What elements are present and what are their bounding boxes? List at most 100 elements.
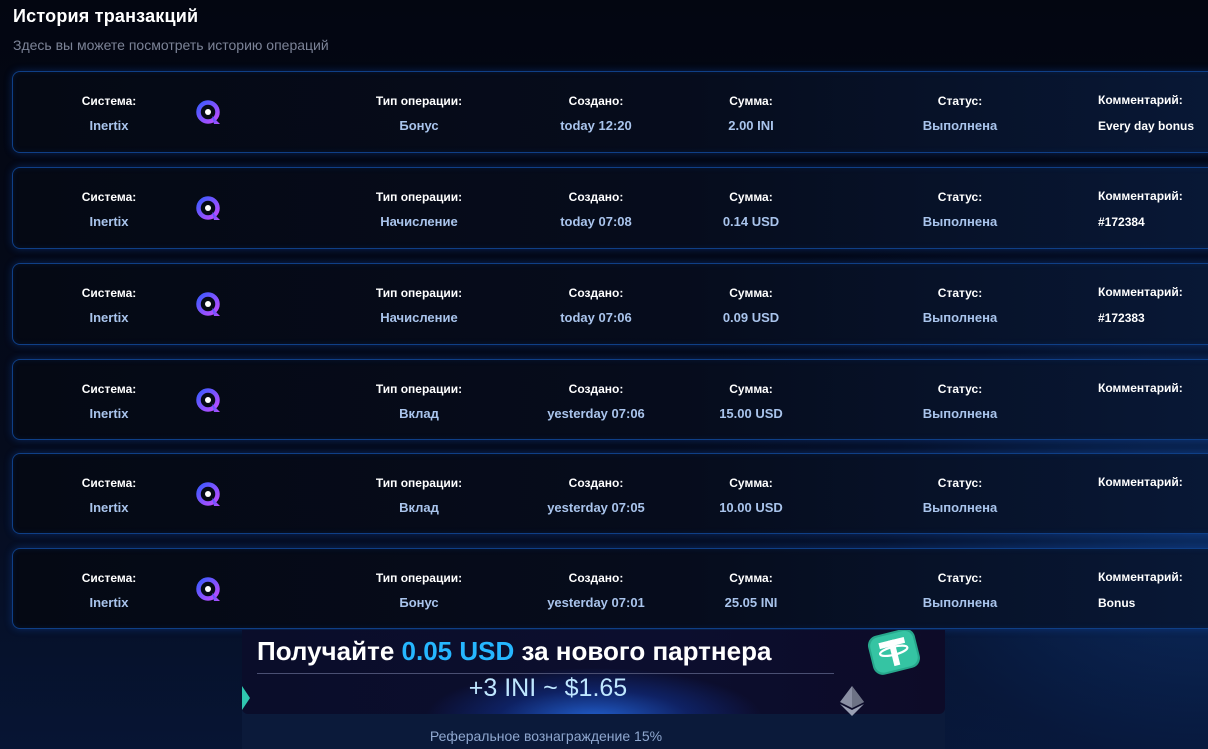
status-value: Выполнена xyxy=(922,500,998,515)
comment-label: Комментарий: xyxy=(1098,570,1183,584)
status-label: Статус: xyxy=(937,286,983,300)
status-cell: Статус: Выполнена xyxy=(903,571,1017,610)
amount-value: 25.05 INI xyxy=(724,595,778,610)
transaction-row: Система: Inertix Тип операции: Начислени… xyxy=(12,167,1208,249)
created-cell: Создано: yesterday 07:06 xyxy=(526,382,666,421)
system-value: Inertix xyxy=(89,500,129,515)
banner-reward: +3 INI ~ $1.65 xyxy=(468,674,628,702)
created-label: Создано: xyxy=(568,382,624,396)
status-cell: Статус: Выполнена xyxy=(903,382,1017,421)
transaction-row: Система: Inertix Тип операции: Бонус Соз… xyxy=(12,71,1208,153)
status-value: Выполнена xyxy=(922,310,998,325)
system-value: Inertix xyxy=(89,406,129,421)
banner-footer: Реферальное вознаграждение 15% xyxy=(429,728,663,744)
operation-type-label: Тип операции: xyxy=(375,476,463,490)
created-cell: Создано: today 12:20 xyxy=(526,94,666,133)
amount-label: Сумма: xyxy=(729,476,773,490)
comment-cell: Комментарий: #172384 xyxy=(1098,189,1208,230)
transaction-row: Система: Inertix Тип операции: Начислени… xyxy=(12,263,1208,345)
transaction-list: Система: Inertix Тип операции: Бонус Соз… xyxy=(12,71,1208,643)
created-label: Создано: xyxy=(568,476,624,490)
system-label: Система: xyxy=(81,190,137,204)
operation-type-cell: Тип операции: Вклад xyxy=(359,382,479,421)
comment-label: Комментарий: xyxy=(1098,285,1183,299)
system-label: Система: xyxy=(81,382,137,396)
amount-cell: Сумма: 10.00 USD xyxy=(691,476,811,515)
operation-type-value: Вклад xyxy=(399,500,439,515)
banner-graphic: Получайте 0.05 USD за нового партнера +3… xyxy=(242,630,945,716)
page-subtitle: Здесь вы можете посмотреть историю опера… xyxy=(13,37,329,53)
transaction-row: Система: Inertix Тип операции: Бонус Соз… xyxy=(12,548,1208,629)
system-label: Система: xyxy=(81,286,137,300)
transaction-history-page: История транзакций Здесь вы можете посмо… xyxy=(0,0,1208,749)
created-label: Создано: xyxy=(568,94,624,108)
created-value: today 07:06 xyxy=(560,310,632,325)
system-value: Inertix xyxy=(89,310,129,325)
inertix-logo-icon xyxy=(196,482,220,506)
operation-type-cell: Тип операции: Бонус xyxy=(359,94,479,133)
status-cell: Статус: Выполнена xyxy=(903,190,1017,229)
amount-label: Сумма: xyxy=(729,94,773,108)
amount-cell: Сумма: 0.09 USD xyxy=(691,286,811,325)
system-cell: Система: Inertix xyxy=(61,382,157,421)
comment-cell: Комментарий: #172383 xyxy=(1098,285,1208,326)
inertix-logo-icon xyxy=(196,100,220,124)
system-value: Inertix xyxy=(89,118,129,133)
referral-banner[interactable]: Получайте 0.05 USD за нового партнера +3… xyxy=(242,630,945,749)
status-value: Выполнена xyxy=(922,214,998,229)
created-cell: Создано: today 07:06 xyxy=(526,286,666,325)
system-cell: Система: Inertix xyxy=(61,286,157,325)
created-label: Создано: xyxy=(568,571,624,585)
ethereum-icon xyxy=(840,686,864,716)
amount-value: 2.00 INI xyxy=(728,118,774,133)
status-cell: Статус: Выполнена xyxy=(903,286,1017,325)
created-label: Создано: xyxy=(568,190,624,204)
system-cell: Система: Inertix xyxy=(61,571,157,610)
headline-amount: 0.05 USD xyxy=(401,636,515,666)
tether-coin-icon xyxy=(867,630,920,675)
created-value: yesterday 07:01 xyxy=(547,595,645,610)
status-label: Статус: xyxy=(937,476,983,490)
comment-cell: Комментарий: xyxy=(1098,381,1208,407)
amount-value: 10.00 USD xyxy=(719,500,783,515)
amount-label: Сумма: xyxy=(729,286,773,300)
created-label: Создано: xyxy=(568,286,624,300)
system-label: Система: xyxy=(81,571,137,585)
system-label: Система: xyxy=(81,94,137,108)
comment-value: #172384 xyxy=(1098,215,1145,229)
inertix-logo-icon xyxy=(196,196,220,220)
transaction-row: Система: Inertix Тип операции: Вклад Соз… xyxy=(12,359,1208,440)
created-value: today 12:20 xyxy=(560,118,632,133)
status-label: Статус: xyxy=(937,571,983,585)
amount-label: Сумма: xyxy=(729,190,773,204)
comment-label: Комментарий: xyxy=(1098,475,1183,489)
created-cell: Создано: today 07:08 xyxy=(526,190,666,229)
comment-value: Bonus xyxy=(1098,596,1136,610)
status-label: Статус: xyxy=(937,190,983,204)
amount-value: 15.00 USD xyxy=(719,406,783,421)
created-value: yesterday 07:06 xyxy=(547,406,645,421)
inertix-logo-icon xyxy=(196,577,220,601)
operation-type-cell: Тип операции: Бонус xyxy=(359,571,479,610)
operation-type-label: Тип операции: xyxy=(375,286,463,300)
amount-label: Сумма: xyxy=(729,382,773,396)
comment-cell: Комментарий: Every day bonus xyxy=(1098,93,1208,134)
status-label: Статус: xyxy=(937,382,983,396)
operation-type-label: Тип операции: xyxy=(375,190,463,204)
status-value: Выполнена xyxy=(922,118,998,133)
operation-type-cell: Тип операции: Начисление xyxy=(359,286,479,325)
system-cell: Система: Inertix xyxy=(61,94,157,133)
comment-cell: Комментарий: Bonus xyxy=(1098,570,1208,611)
created-value: today 07:08 xyxy=(560,214,632,229)
status-cell: Статус: Выполнена xyxy=(903,476,1017,515)
inertix-logo-icon xyxy=(196,388,220,412)
comment-value: #172383 xyxy=(1098,311,1145,325)
operation-type-value: Начисление xyxy=(380,310,458,325)
system-value: Inertix xyxy=(89,214,129,229)
banner-decoration-icon xyxy=(242,686,250,710)
created-cell: Создано: yesterday 07:01 xyxy=(526,571,666,610)
amount-cell: Сумма: 0.14 USD xyxy=(691,190,811,229)
comment-cell: Комментарий: xyxy=(1098,475,1208,501)
amount-label: Сумма: xyxy=(729,571,773,585)
banner-headline: Получайте 0.05 USD за нового партнера xyxy=(257,636,771,667)
